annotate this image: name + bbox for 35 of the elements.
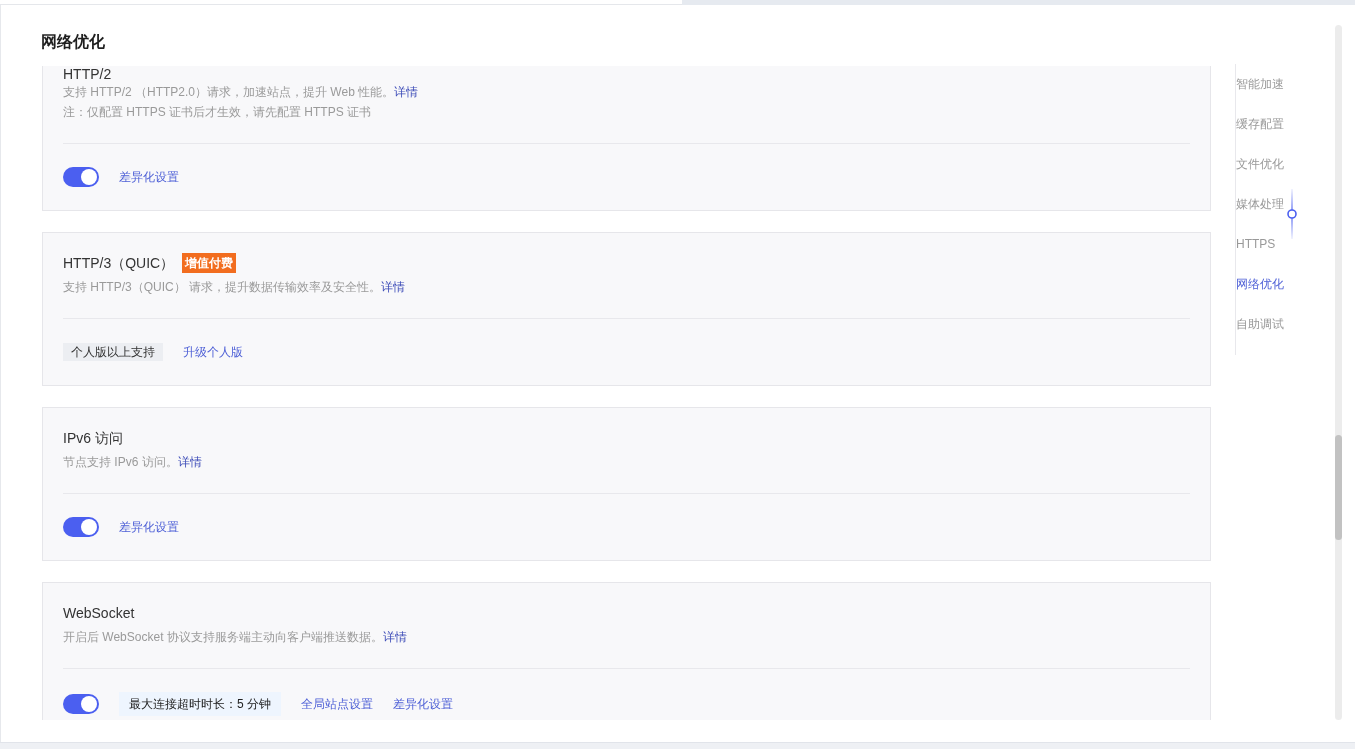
description-text: 支持 HTTP/3（QUIC） 请求，提升数据传输效率及安全性。详情 — [63, 279, 406, 296]
anchor-nav-item[interactable]: 网络优化 — [1236, 264, 1288, 304]
details-link[interactable]: 详情 — [394, 85, 419, 99]
action-link[interactable]: 全局站点设置 — [301, 694, 373, 714]
info-chip: 最大连接超时时长：5 分钟 — [119, 692, 281, 716]
toggle-switch[interactable] — [63, 694, 99, 714]
anchor-nav-item[interactable]: 文件优化 — [1236, 144, 1288, 184]
toggle-switch[interactable] — [63, 167, 99, 187]
anchor-nav-item[interactable]: 缓存配置 — [1236, 104, 1288, 144]
anchor-nav-item[interactable]: HTTPS — [1236, 224, 1288, 264]
section-title: WebSocket — [63, 604, 135, 623]
action-link[interactable]: 升级个人版 — [183, 342, 243, 362]
toggle-switch[interactable] — [63, 517, 99, 537]
anchor-nav-item[interactable]: 智能加速 — [1236, 64, 1288, 104]
anchor-nav-item[interactable]: 自助调试 — [1236, 304, 1288, 344]
description-text: 开启后 WebSocket 协议支持服务端主动向客户端推送数据。详情 — [63, 629, 408, 646]
scrollbar-thumb[interactable] — [1335, 435, 1342, 540]
section-title: IPv6 访问 — [63, 429, 123, 448]
action-link[interactable]: 差异化设置 — [119, 167, 179, 187]
details-link[interactable]: 详情 — [381, 280, 405, 294]
description-text: 支持 HTTP/2 （HTTP2.0）请求，加速站点，提升 Web 性能。详情 — [63, 84, 420, 101]
section-title: HTTP/3（QUIC） — [63, 254, 175, 273]
section-title: HTTP/2 — [63, 66, 112, 82]
description-text: 注：仅配置 HTTPS 证书后才生效，请先配置 HTTPS 证书 — [63, 104, 372, 121]
plan-tag: 个人版以上支持 — [63, 343, 163, 361]
details-link[interactable]: 详情 — [177, 455, 202, 469]
page-title: 网络优化 — [41, 32, 105, 52]
anchor-nav-item[interactable]: 媒体处理 — [1236, 184, 1288, 224]
ring-marker-icon — [1287, 189, 1297, 239]
details-link[interactable]: 详情 — [382, 630, 407, 644]
description-text: 节点支持 IPv6 访问。详情 — [63, 454, 203, 471]
action-link[interactable]: 差异化设置 — [393, 694, 453, 714]
action-link[interactable]: 差异化设置 — [119, 517, 179, 537]
scrollbar-track[interactable] — [1335, 25, 1342, 720]
paid-badge: 增值付费 — [182, 253, 237, 273]
